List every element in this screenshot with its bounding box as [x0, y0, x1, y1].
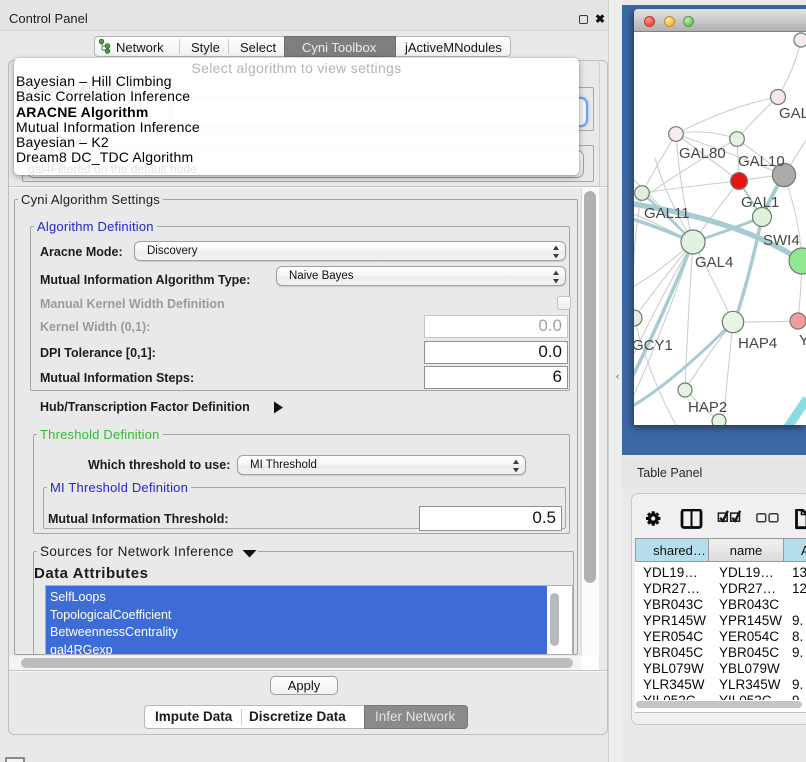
svg-text:GAL4: GAL4 [695, 254, 733, 271]
svg-text:HAP2: HAP2 [688, 399, 727, 416]
svg-text:HAP4: HAP4 [738, 335, 777, 352]
svg-text:GAL11: GAL11 [644, 205, 690, 222]
svg-text:GAL: GAL [779, 105, 806, 122]
svg-text:GCY1: GCY1 [634, 337, 673, 354]
svg-text:Y: Y [799, 332, 806, 349]
svg-text:SWI4: SWI4 [763, 232, 800, 249]
svg-text:GAL10: GAL10 [738, 153, 785, 170]
svg-text:GAL80: GAL80 [679, 145, 726, 162]
svg-text:GAL1: GAL1 [741, 194, 779, 211]
